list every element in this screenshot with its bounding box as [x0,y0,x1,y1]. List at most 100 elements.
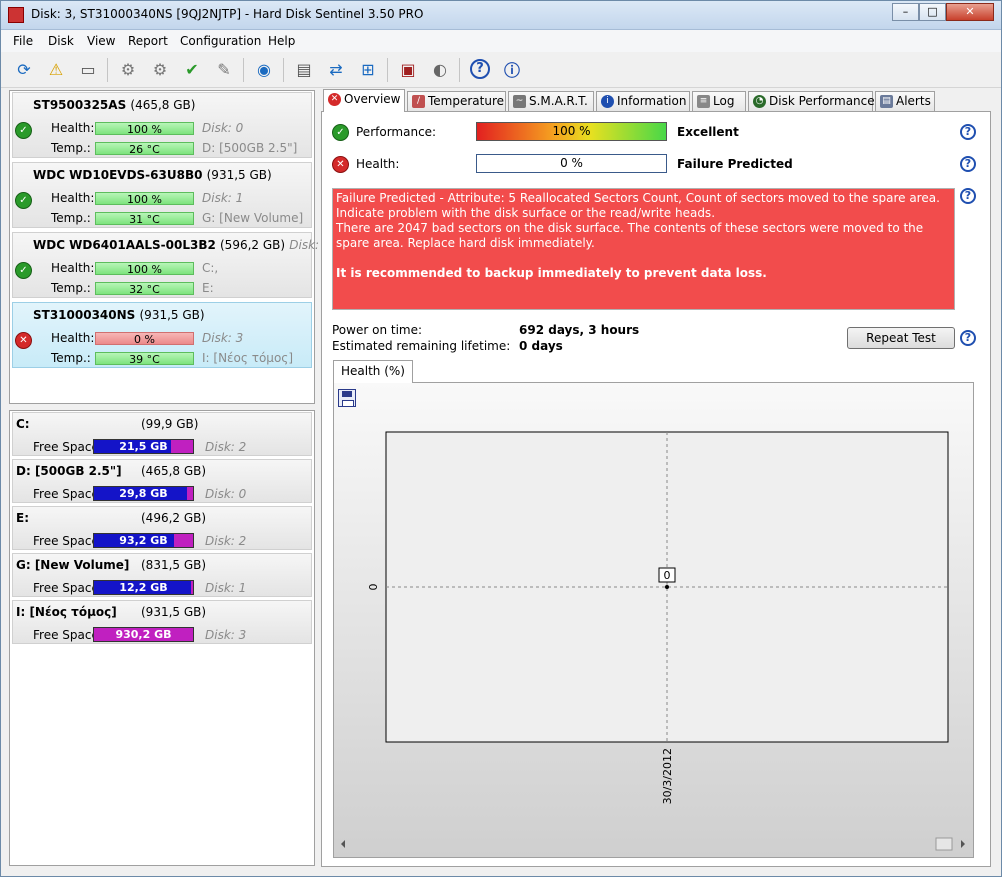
info-icon[interactable]: ⓘ [499,56,525,82]
power-on-label: Power on time: [332,323,423,337]
disk-name: WDC WD6401AALS-00L3B2 (596,2 GB) Disk: 2 [33,238,331,252]
close-button[interactable]: ✕ [946,3,994,21]
disk-volume: G: [New Volume] [202,211,304,225]
menu-disk[interactable]: Disk [48,34,74,48]
health-rating: Failure Predicted [677,157,793,171]
free-space-bar: 12,2 GB [93,580,194,595]
menu-report[interactable]: Report [128,34,168,48]
warning-icon[interactable]: ⚠ [43,56,69,82]
help-icon[interactable]: ? [960,188,976,204]
volume-card[interactable]: G: [New Volume] (831,5 GB) Free Space 12… [12,553,312,597]
free-space-bar: 930,2 GB [93,627,194,642]
help-toolbar-icon[interactable]: ? [467,56,493,82]
tab-health-percent[interactable]: Health (%) [333,360,413,383]
speaker-icon[interactable]: ◐ [427,56,453,82]
failure-alert: Failure Predicted - Attribute: 5 Realloc… [332,188,955,310]
performance-label: Performance: [356,125,437,139]
health-bar: 100 % [95,262,194,276]
free-space-value: 21,5 GB [119,440,168,453]
help-icon[interactable]: ? [960,156,976,172]
volume-card[interactable]: I: [Νέος τόμος] (931,5 GB) Free Space 93… [12,600,312,644]
disk-card[interactable]: WDC WD10EVDS-63U8B0 (931,5 GB) ✓ Health:… [12,162,312,228]
tab-smart[interactable]: ~ S.M.A.R.T. [508,91,594,111]
disk-name: ST31000340NS (931,5 GB) [33,308,205,322]
disk-list: ST9500325AS (465,8 GB) ✓ Health: 100 % D… [9,90,331,404]
health-chart-frame: 0 30/3/2012 0 [333,382,974,858]
thermometer-icon: / [412,95,425,108]
tab-overview[interactable]: ✕ Overview [323,89,405,112]
disk-card[interactable]: ST9500325AS (465,8 GB) ✓ Health: 100 % D… [12,92,312,158]
surface-test-icon[interactable]: ⚙ [147,56,173,82]
gauge-icon: ◔ [753,95,766,108]
disk-index: Disk: 3 [202,331,244,345]
disk-test-icon[interactable]: ⚙ [115,56,141,82]
app-window: Disk: 3, ST31000340NS [9QJ2NJTP] - Hard … [0,0,1002,877]
health-label: Health: [356,157,400,171]
volume-card[interactable]: C: (99,9 GB) Free Space 21,5 GB Disk: 2 [12,412,312,456]
disk-tools-icon[interactable]: ✎ [211,56,237,82]
menu-file[interactable]: File [13,34,33,48]
temp-label: Temp.: [51,141,91,155]
health-label: Health: [51,261,95,275]
temp-bar: 39 °C [95,352,194,366]
disk-ok-icon[interactable]: ✔ [179,56,205,82]
lifetime-value: 0 days [519,339,563,353]
volume-disk: Disk: 3 [205,628,247,642]
temp-bar: 31 °C [95,212,194,226]
tab-disk-performance[interactable]: ◔ Disk Performance [748,91,875,111]
tab-information[interactable]: i Information [596,91,690,111]
status-ok-icon: ✓ [15,192,32,209]
free-space-value: 29,8 GB [119,487,168,500]
volume-card[interactable]: D: [500GB 2.5"] (465,8 GB) Free Space 29… [12,459,312,503]
menu-view[interactable]: View [87,34,115,48]
menu-configuration[interactable]: Configuration [180,34,261,48]
performance-rating: Excellent [677,125,739,139]
volume-name: D: [500GB 2.5"] [16,464,122,478]
report-icon[interactable]: ▤ [291,56,317,82]
horizontal-scrollbar[interactable] [338,837,968,851]
help-icon[interactable]: ? [960,330,976,346]
details-panel: ✕ Overview / Temperature ~ S.M.A.R.T. i Info… [319,89,993,869]
tab-log[interactable]: ≡ Log [692,91,746,111]
volume-name: G: [New Volume] [16,558,130,572]
toolbar-separator [459,58,460,82]
free-space-bar: 21,5 GB [93,439,194,454]
health-bar: 100 % [95,192,194,206]
network-icon[interactable]: ⊞ [355,56,381,82]
scroll-left-icon [341,840,345,848]
scroll-right-icon [961,840,965,848]
monitor-icon[interactable]: ▣ [395,56,421,82]
disk-volume: C:, [202,261,219,275]
volume-size: (931,5 GB) [141,605,207,619]
status-failed-icon: ✕ [15,332,32,349]
x-tick-label: 30/3/2012 [661,748,674,804]
refresh-icon[interactable]: ⟳ [11,56,37,82]
tab-temperature[interactable]: / Temperature [407,91,506,111]
minimize-button[interactable]: – [892,3,919,21]
health-bar: 100 % [95,122,194,136]
volume-size: (99,9 GB) [141,417,199,431]
volume-name: C: [16,417,30,431]
tab-alerts[interactable]: ▤ Alerts [875,91,935,111]
disk-card-selected[interactable]: ST31000340NS (931,5 GB) ✕ Health: 0 % Di… [12,302,312,368]
free-space-label: Free Space [33,534,99,548]
globe-icon[interactable]: ◉ [251,56,277,82]
repeat-test-button[interactable]: Repeat Test [847,327,955,349]
power-on-value: 692 days, 3 hours [519,323,640,337]
health-label: Health: [51,331,95,345]
sync-icon[interactable]: ⇄ [323,56,349,82]
menu-help[interactable]: Help [268,34,295,48]
free-space-value: 930,2 GB [115,628,172,641]
hard-disk-icon[interactable]: ▭ [75,56,101,82]
temp-label: Temp.: [51,351,91,365]
free-space-value: 12,2 GB [119,581,168,594]
volume-card[interactable]: E: (496,2 GB) Free Space 93,2 GB Disk: 2 [12,506,312,550]
toolbar-separator [243,58,244,82]
performance-bar: 100 % [476,122,667,141]
disk-card[interactable]: WDC WD6401AALS-00L3B2 (596,2 GB) Disk: 2… [12,232,331,298]
disk-index: Disk: 0 [202,121,244,135]
help-icon[interactable]: ? [960,124,976,140]
free-space-label: Free Space [33,440,99,454]
volume-list: C: (99,9 GB) Free Space 21,5 GB Disk: 2 … [9,410,315,866]
maximize-button[interactable]: □ [919,3,946,21]
